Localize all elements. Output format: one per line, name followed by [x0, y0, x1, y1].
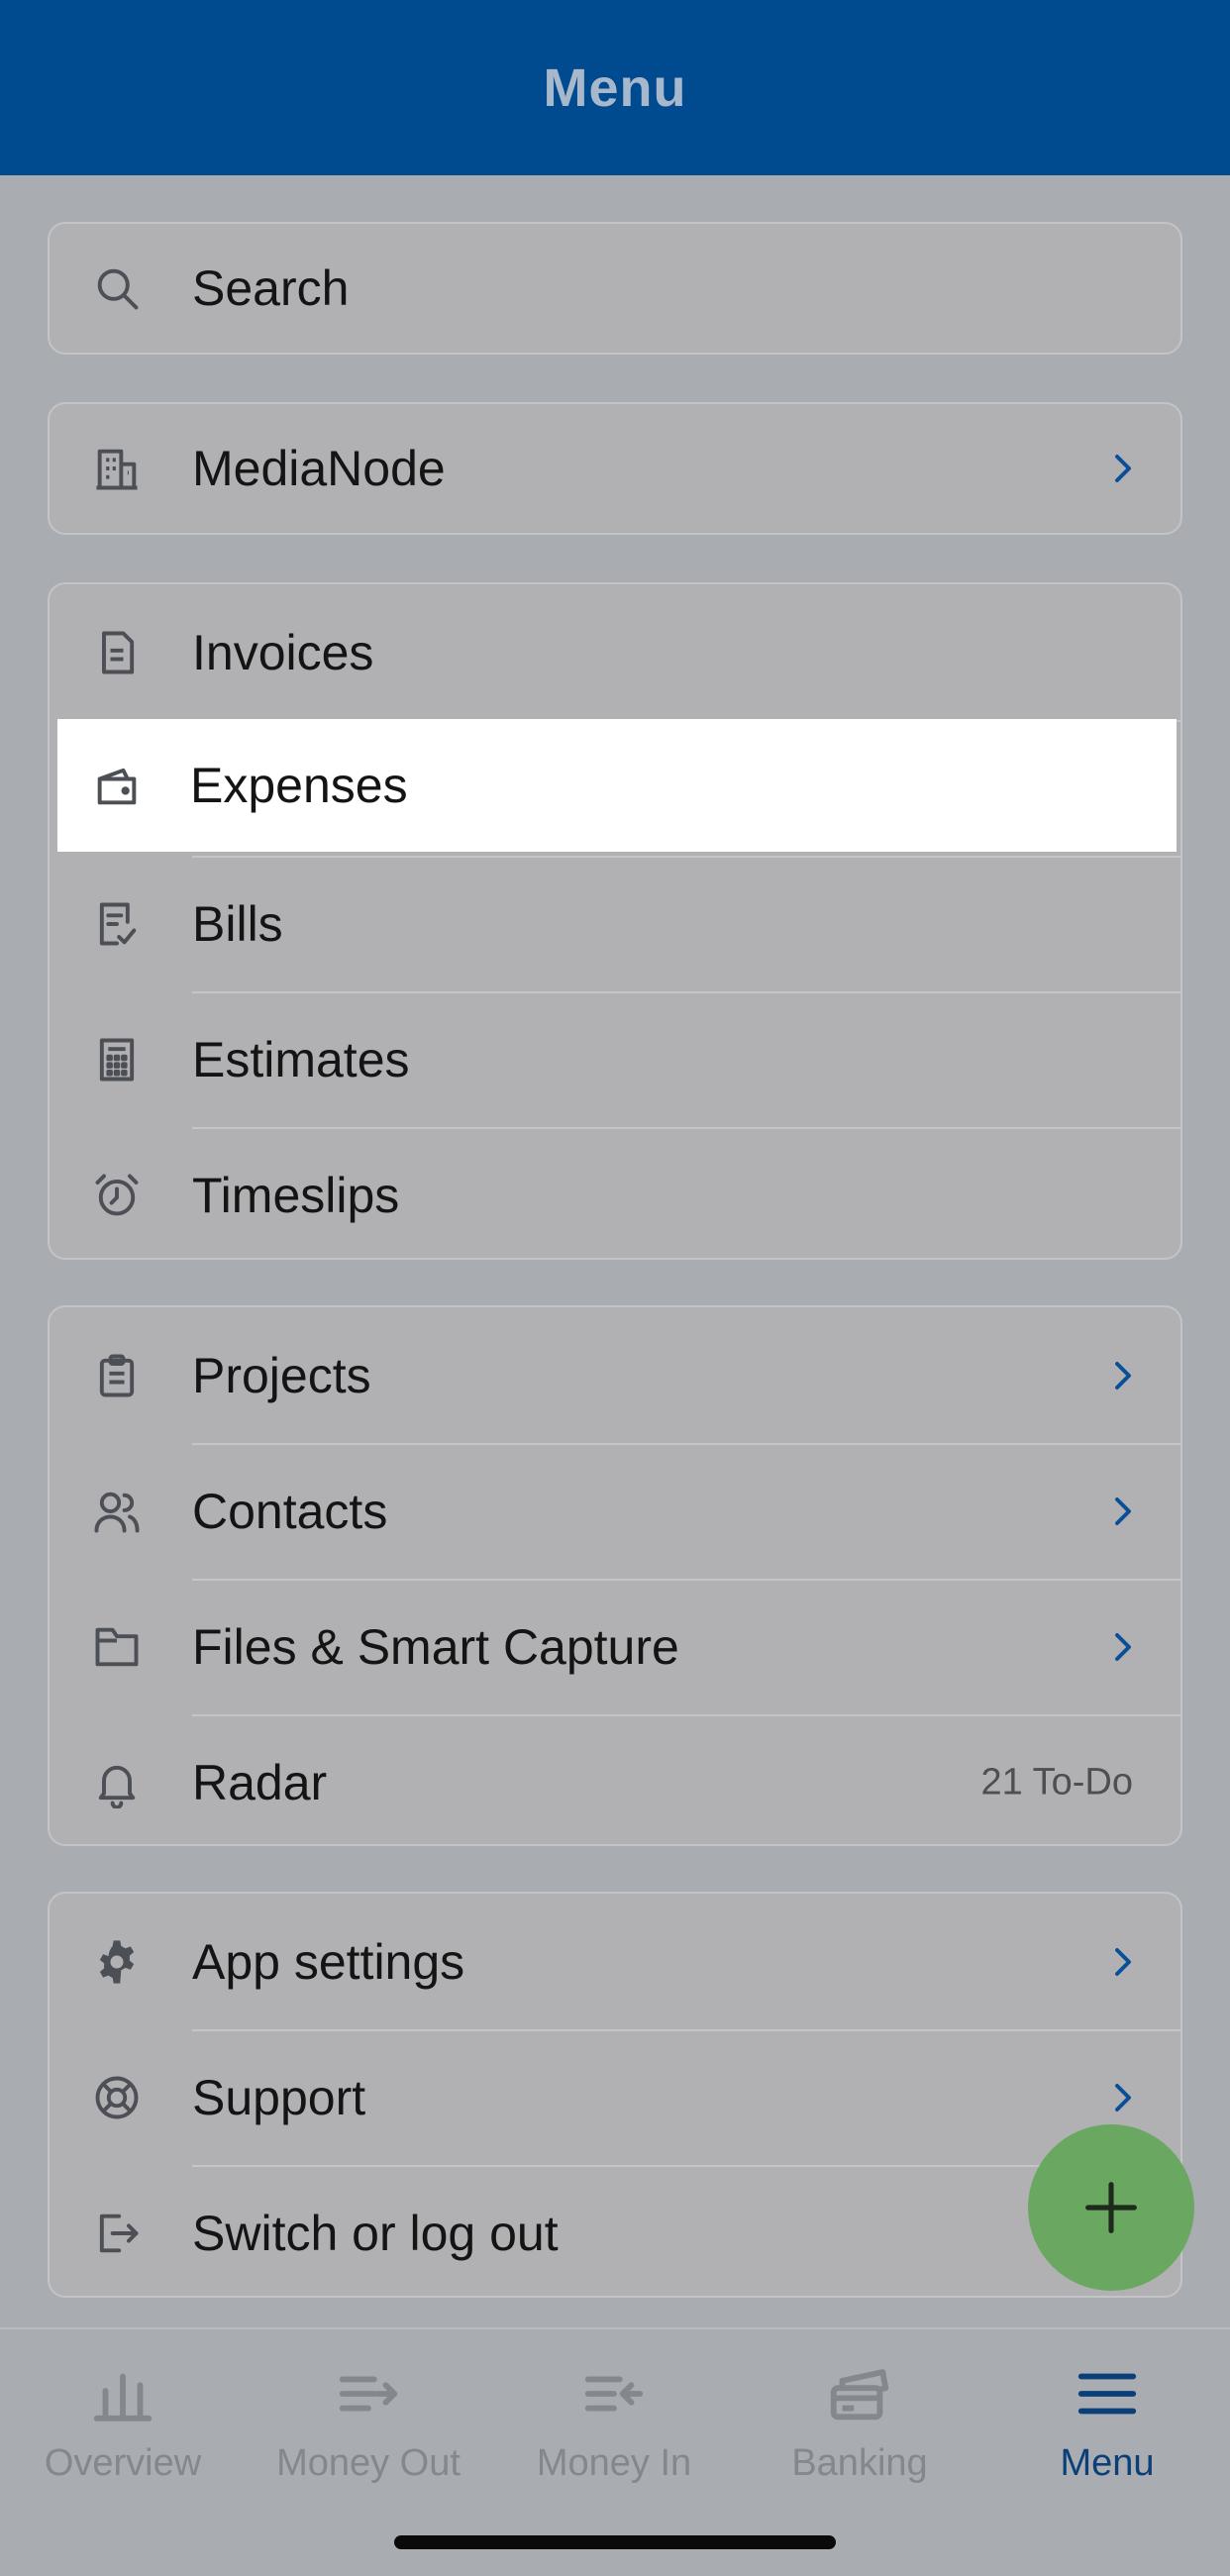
tab-label: Banking	[791, 2442, 928, 2484]
work-card: Projects Contacts Files & Smart Capture …	[48, 1305, 1182, 1846]
menu-item-contacts[interactable]: Contacts	[50, 1443, 1180, 1579]
chevron-right-icon	[1105, 1358, 1141, 1393]
calculator-icon	[89, 1032, 145, 1087]
menu-item-label: Invoices	[192, 624, 374, 680]
hamburger-menu-icon	[1073, 2359, 1142, 2428]
menu-item-invoices[interactable]: Invoices	[50, 584, 1180, 720]
building-icon	[89, 441, 145, 496]
bill-icon	[89, 896, 145, 952]
menu-item-estimates[interactable]: Estimates	[50, 991, 1180, 1127]
search-label: Search	[192, 260, 350, 316]
bar-chart-icon	[88, 2359, 157, 2428]
todo-count-badge: 21 To-Do	[980, 1761, 1133, 1803]
logout-icon	[89, 2206, 145, 2261]
menu-item-label: Bills	[192, 895, 283, 952]
chevron-right-icon	[1105, 1494, 1141, 1529]
add-button[interactable]	[1028, 2124, 1194, 2291]
menu-item-support[interactable]: Support	[50, 2029, 1180, 2165]
alarm-clock-icon	[89, 1168, 145, 1223]
chevron-right-icon	[1105, 1629, 1141, 1665]
chevron-right-icon	[1105, 1944, 1141, 1980]
lifebuoy-icon	[89, 2070, 145, 2125]
organisation-row[interactable]: MediaNode	[50, 404, 1180, 533]
tab-label: Money Out	[276, 2442, 461, 2484]
menu-item-app-settings[interactable]: App settings	[50, 1894, 1180, 2029]
menu-item-label: Estimates	[192, 1031, 410, 1087]
tab-label: Money In	[536, 2442, 692, 2484]
menu-item-label: Expenses	[190, 758, 408, 813]
tab-label: Menu	[1060, 2442, 1155, 2484]
settings-card: App settings Support Switch or log out	[48, 1892, 1182, 2298]
menu-item-label: Contacts	[192, 1483, 388, 1539]
menu-item-timeslips[interactable]: Timeslips	[50, 1127, 1180, 1258]
people-icon	[89, 1484, 145, 1539]
menu-item-label: Radar	[192, 1754, 328, 1810]
clipboard-icon	[89, 1348, 145, 1403]
tab-overview[interactable]: Overview	[0, 2349, 246, 2498]
plus-icon	[1085, 2182, 1137, 2233]
money-out-icon	[334, 2359, 403, 2428]
menu-item-label: Timeslips	[192, 1167, 400, 1223]
search-card: Search	[48, 222, 1182, 355]
folder-icon	[89, 1619, 145, 1675]
tab-money-in[interactable]: Money In	[491, 2349, 737, 2498]
header-bar: Menu	[0, 0, 1230, 175]
menu-item-logout[interactable]: Switch or log out	[50, 2165, 1180, 2296]
documents-card: Invoices Bills Estimates Timeslips	[48, 582, 1182, 1260]
money-in-icon	[579, 2359, 649, 2428]
bell-icon	[89, 1755, 145, 1810]
bank-cards-icon	[825, 2359, 894, 2428]
tab-label: Overview	[44, 2442, 202, 2484]
menu-item-radar[interactable]: Radar 21 To-Do	[50, 1714, 1180, 1844]
menu-item-label: Switch or log out	[192, 2205, 559, 2261]
menu-item-expenses[interactable]: Expenses	[57, 719, 1177, 852]
menu-item-label: App settings	[192, 1933, 465, 1990]
menu-item-files[interactable]: Files & Smart Capture	[50, 1579, 1180, 1714]
menu-item-bills[interactable]: Bills	[50, 856, 1180, 991]
chevron-right-icon	[1105, 2080, 1141, 2115]
tab-banking[interactable]: Banking	[737, 2349, 982, 2498]
wallet-icon	[89, 758, 145, 813]
menu-item-projects[interactable]: Projects	[50, 1307, 1180, 1443]
search-row[interactable]: Search	[50, 224, 1180, 353]
organisation-card: MediaNode	[48, 402, 1182, 535]
menu-item-label: Support	[192, 2069, 366, 2125]
home-indicator	[394, 2535, 836, 2549]
document-icon	[89, 625, 145, 680]
organisation-label: MediaNode	[192, 441, 446, 496]
page-title: Menu	[543, 57, 687, 118]
tab-menu[interactable]: Menu	[984, 2349, 1230, 2498]
search-icon	[89, 260, 145, 316]
tab-money-out[interactable]: Money Out	[246, 2349, 491, 2498]
chevron-right-icon	[1105, 451, 1141, 486]
menu-item-label: Files & Smart Capture	[192, 1618, 679, 1675]
menu-item-label: Projects	[192, 1347, 371, 1403]
gear-icon	[89, 1934, 145, 1990]
